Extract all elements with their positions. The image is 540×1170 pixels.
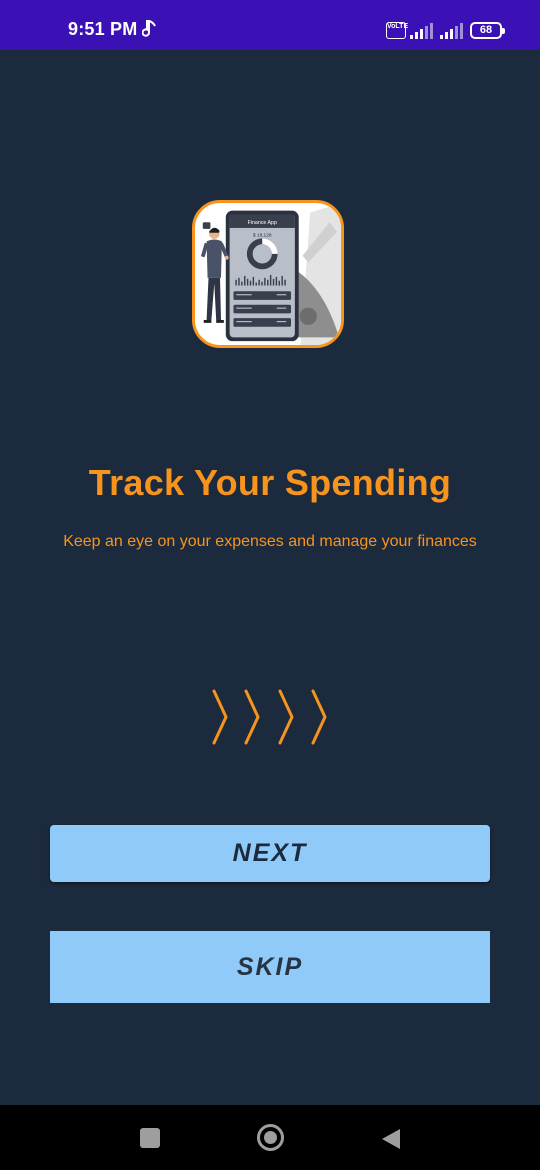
recents-icon[interactable] bbox=[140, 1128, 160, 1148]
network-label: VoLTE bbox=[387, 23, 409, 30]
signal-icon bbox=[410, 23, 433, 39]
onboarding-screen: 9:51 PM VoLTE 68 Finance App $ 18,128 Tr… bbox=[0, 0, 540, 1170]
illustration-balance: $ 18,128 bbox=[253, 233, 272, 239]
onboarding-subtitle: Keep an eye on your expenses and manage … bbox=[63, 533, 477, 550]
music-note-icon bbox=[142, 20, 156, 37]
signal-icon bbox=[440, 23, 463, 39]
skip-button[interactable]: SKIP bbox=[50, 931, 490, 1003]
finance-illustration: Finance App $ 18,128 bbox=[192, 200, 344, 348]
status-bar: 9:51 PM VoLTE 68 bbox=[0, 0, 540, 50]
volte-icon: VoLTE bbox=[386, 22, 409, 39]
onboarding-title: Track Your Spending bbox=[88, 462, 452, 503]
battery-level: 68 bbox=[479, 24, 493, 36]
illustration-app-title: Finance App bbox=[248, 220, 277, 226]
home-icon[interactable] bbox=[257, 1124, 284, 1151]
battery-icon: 68 bbox=[470, 22, 505, 39]
status-time: 9:51 PM bbox=[68, 19, 138, 39]
navigation-bar bbox=[0, 1105, 540, 1170]
chevron-right-icon bbox=[212, 689, 327, 745]
back-icon[interactable] bbox=[380, 1127, 402, 1151]
next-button[interactable]: NEXT bbox=[50, 825, 490, 882]
phone-illustration: Finance App $ 18,128 bbox=[200, 203, 341, 345]
